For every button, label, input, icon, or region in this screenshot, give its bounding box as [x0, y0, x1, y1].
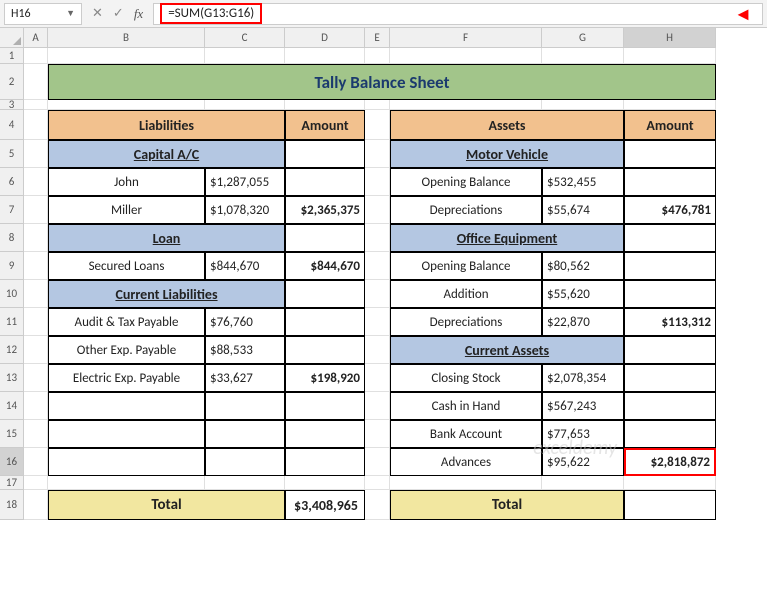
- arrow-left-icon: ◄: [734, 3, 752, 25]
- col-header[interactable]: G: [542, 28, 624, 48]
- row-header[interactable]: 1: [0, 48, 24, 64]
- section-motor[interactable]: Motor Vehicle: [390, 140, 624, 168]
- cell-label[interactable]: John: [48, 168, 205, 196]
- cell-value[interactable]: $844,670: [205, 252, 285, 280]
- col-header[interactable]: H: [624, 28, 716, 48]
- cell-total[interactable]: $198,920: [285, 364, 365, 392]
- cell-value[interactable]: $76,760: [205, 308, 285, 336]
- select-all-corner[interactable]: [0, 28, 24, 48]
- chevron-down-icon[interactable]: ▼: [66, 8, 75, 19]
- formula-input[interactable]: =SUM(G13:G16) ◄: [153, 3, 763, 25]
- col-header[interactable]: B: [48, 28, 205, 48]
- row-header[interactable]: 3: [0, 100, 24, 110]
- row-header[interactable]: 7: [0, 196, 24, 224]
- row-header[interactable]: 16: [0, 448, 24, 476]
- amount-header[interactable]: Amount: [285, 110, 365, 140]
- cell-value[interactable]: $1,287,055: [205, 168, 285, 196]
- cell-label[interactable]: Miller: [48, 196, 205, 224]
- row-header[interactable]: 11: [0, 308, 24, 336]
- cell-value[interactable]: $22,870: [542, 308, 624, 336]
- spreadsheet-grid: 1 2 3 4 5 6 7 8 9 10 11 12 13 14 15 16 1…: [0, 28, 767, 520]
- cell-label[interactable]: Depreciations: [390, 196, 542, 224]
- cancel-icon[interactable]: ✕: [92, 6, 103, 22]
- name-box[interactable]: H16 ▼: [4, 3, 82, 25]
- cell-label[interactable]: Bank Account: [390, 420, 542, 448]
- row-header[interactable]: 17: [0, 476, 24, 490]
- row-header[interactable]: 14: [0, 392, 24, 420]
- cell-value[interactable]: $1,078,320: [205, 196, 285, 224]
- sheet-title[interactable]: Tally Balance Sheet: [48, 64, 716, 100]
- section-capital[interactable]: Capital A/C: [48, 140, 285, 168]
- cell-value[interactable]: $80,562: [542, 252, 624, 280]
- row-header[interactable]: 4: [0, 110, 24, 140]
- assets-header[interactable]: Assets: [390, 110, 624, 140]
- col-header[interactable]: A: [24, 28, 48, 48]
- col-header[interactable]: D: [285, 28, 365, 48]
- row-header[interactable]: 8: [0, 224, 24, 252]
- section-current-liabilities[interactable]: Current Liabilities: [48, 280, 285, 308]
- cell-label[interactable]: Addition: [390, 280, 542, 308]
- cell-value[interactable]: $55,620: [542, 280, 624, 308]
- enter-icon[interactable]: ✓: [113, 6, 124, 22]
- cell-total[interactable]: $476,781: [624, 196, 716, 224]
- section-loan[interactable]: Loan: [48, 224, 285, 252]
- total-value[interactable]: $3,408,965: [285, 490, 365, 520]
- cell-total[interactable]: $113,312: [624, 308, 716, 336]
- cell-value[interactable]: $55,674: [542, 196, 624, 224]
- cell-label[interactable]: Depreciations: [390, 308, 542, 336]
- cell-total[interactable]: $844,670: [285, 252, 365, 280]
- cell-value[interactable]: $2,078,354: [542, 364, 624, 392]
- row-header[interactable]: 10: [0, 280, 24, 308]
- grid-body[interactable]: Tally Balance Sheet LiabilitiesAmountAss…: [24, 48, 767, 520]
- cell-value[interactable]: $567,243: [542, 392, 624, 420]
- formula-text: =SUM(G13:G16): [160, 3, 262, 24]
- total-label[interactable]: Total: [48, 490, 285, 520]
- row-header[interactable]: 6: [0, 168, 24, 196]
- cell-label[interactable]: Other Exp. Payable: [48, 336, 205, 364]
- total-label[interactable]: Total: [390, 490, 624, 520]
- col-header[interactable]: E: [365, 28, 390, 48]
- row-header[interactable]: 12: [0, 336, 24, 364]
- fx-icon[interactable]: fx: [134, 6, 143, 22]
- cell-label[interactable]: Closing Stock: [390, 364, 542, 392]
- cell-label[interactable]: Electric Exp. Payable: [48, 364, 205, 392]
- formula-bar-buttons: ✕ ✓ fx: [88, 6, 147, 22]
- cell-active-h16[interactable]: $2,818,872: [624, 448, 716, 476]
- cell-total[interactable]: $2,365,375: [285, 196, 365, 224]
- row-header[interactable]: 15: [0, 420, 24, 448]
- row-header[interactable]: 13: [0, 364, 24, 392]
- cell-value[interactable]: $88,533: [205, 336, 285, 364]
- col-header[interactable]: F: [390, 28, 542, 48]
- cell-label[interactable]: Advances: [390, 448, 542, 476]
- cell-label[interactable]: Cash in Hand: [390, 392, 542, 420]
- col-header[interactable]: C: [205, 28, 285, 48]
- active-cell-ref: H16: [11, 7, 31, 21]
- cell-value[interactable]: $532,455: [542, 168, 624, 196]
- amount-header[interactable]: Amount: [624, 110, 716, 140]
- cell-label[interactable]: Opening Balance: [390, 168, 542, 196]
- cell-label[interactable]: Audit & Tax Payable: [48, 308, 205, 336]
- cell-label[interactable]: Secured Loans: [48, 252, 205, 280]
- row-header[interactable]: 18: [0, 490, 24, 520]
- row-header[interactable]: 5: [0, 140, 24, 168]
- row-header[interactable]: 2: [0, 64, 24, 100]
- cell-value[interactable]: $33,627: [205, 364, 285, 392]
- section-current-assets[interactable]: Current Assets: [390, 336, 624, 364]
- cell-value[interactable]: $77,653: [542, 420, 624, 448]
- liabilities-header[interactable]: Liabilities: [48, 110, 285, 140]
- section-office[interactable]: Office Equipment: [390, 224, 624, 252]
- cell-value[interactable]: $95,622: [542, 448, 624, 476]
- cell-label[interactable]: Opening Balance: [390, 252, 542, 280]
- row-header[interactable]: 9: [0, 252, 24, 280]
- formula-bar: H16 ▼ ✕ ✓ fx =SUM(G13:G16) ◄: [0, 0, 767, 28]
